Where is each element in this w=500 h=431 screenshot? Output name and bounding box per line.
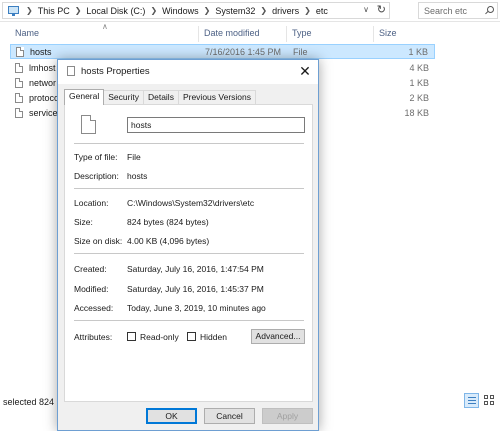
file-name: networ — [29, 78, 57, 88]
divider — [74, 143, 304, 144]
file-row-hosts[interactable]: hosts 7/16/2016 1:45 PM File 1 KB — [10, 44, 435, 59]
column-header-name[interactable]: Name — [15, 28, 39, 38]
column-divider[interactable] — [198, 26, 199, 42]
file-icon — [15, 78, 23, 88]
breadcrumb-drivers[interactable]: drivers — [272, 6, 299, 16]
divider — [74, 253, 304, 254]
breadcrumb-local-disk[interactable]: Local Disk (C:) — [86, 6, 145, 16]
file-size: 2 KB — [409, 93, 429, 103]
breadcrumb: ❯ This PC ❯ Local Disk (C:) ❯ Windows ❯ … — [21, 3, 328, 18]
search-input[interactable] — [424, 5, 484, 16]
tab-previous-versions[interactable]: Previous Versions — [177, 90, 256, 105]
size-label: Size: — [74, 217, 93, 227]
file-name: hosts — [30, 47, 52, 57]
file-name: protoco — [29, 93, 60, 103]
file-icon — [15, 93, 23, 103]
hidden-label[interactable]: Hidden — [200, 332, 227, 342]
advanced-button[interactable]: Advanced... — [251, 329, 305, 344]
description-value: hosts — [127, 171, 148, 181]
file-name: lmhost — [29, 63, 56, 73]
address-bar: ❯ This PC ❯ Local Disk (C:) ❯ Windows ❯ … — [0, 0, 500, 22]
created-value: Saturday, July 16, 2016, 1:47:54 PM — [127, 264, 264, 274]
chevron-right-icon[interactable]: ❯ — [260, 6, 267, 15]
dialog-title: hosts Properties — [81, 66, 150, 77]
close-icon[interactable]: ✕ — [298, 63, 312, 79]
location-value: C:\Windows\System32\drivers\etc — [127, 198, 255, 208]
column-headers: Name Date modified Type Size — [0, 26, 500, 42]
divider — [74, 320, 304, 321]
read-only-label[interactable]: Read-only — [140, 332, 179, 342]
divider — [74, 188, 304, 189]
column-divider[interactable] — [286, 26, 287, 42]
chevron-right-icon[interactable]: ❯ — [75, 6, 82, 15]
chevron-right-icon[interactable]: ❯ — [204, 6, 211, 15]
chevron-right-icon[interactable]: ❯ — [26, 6, 33, 15]
file-date: 7/16/2016 1:45 PM — [205, 47, 282, 57]
size-value: 824 bytes (824 bytes) — [127, 217, 209, 227]
address-box[interactable]: ❯ This PC ❯ Local Disk (C:) ❯ Windows ❯ … — [2, 2, 390, 19]
file-size: 4 KB — [409, 63, 429, 73]
tab-security[interactable]: Security — [103, 90, 144, 105]
apply-button[interactable]: Apply — [262, 408, 313, 424]
attributes-label: Attributes: — [74, 332, 113, 342]
dialog-title-bar[interactable]: hosts Properties ✕ — [58, 60, 318, 84]
column-header-size[interactable]: Size — [379, 28, 397, 38]
properties-dialog: hosts Properties ✕ General Security Deta… — [57, 59, 319, 431]
dialog-tabs: General Security Details Previous Versio… — [64, 89, 256, 105]
modified-label: Modified: — [74, 284, 109, 294]
column-header-date[interactable]: Date modified — [204, 28, 260, 38]
file-size: 18 KB — [404, 108, 429, 118]
accessed-label: Accessed: — [74, 303, 114, 313]
tab-general[interactable]: General — [64, 89, 105, 105]
status-text: selected 824 b — [3, 397, 62, 407]
this-pc-icon — [7, 5, 21, 17]
file-icon — [67, 66, 75, 76]
column-header-type[interactable]: Type — [292, 28, 312, 38]
location-label: Location: — [74, 198, 109, 208]
ok-button[interactable]: OK — [146, 408, 197, 424]
file-icon — [81, 115, 96, 134]
cancel-button[interactable]: Cancel — [204, 408, 255, 424]
large-icons-view-icon[interactable] — [482, 393, 497, 408]
file-icon — [16, 47, 24, 57]
read-only-checkbox[interactable] — [127, 332, 136, 341]
size-on-disk-label: Size on disk: — [74, 236, 123, 246]
chevron-right-icon[interactable]: ❯ — [304, 6, 311, 15]
breadcrumb-system32[interactable]: System32 — [215, 6, 255, 16]
size-on-disk-value: 4.00 KB (4,096 bytes) — [127, 236, 210, 246]
file-name: service — [29, 108, 58, 118]
search-icon[interactable] — [485, 6, 494, 15]
breadcrumb-windows[interactable]: Windows — [162, 6, 199, 16]
search-box[interactable] — [418, 2, 498, 19]
column-divider[interactable] — [373, 26, 374, 42]
details-view-icon[interactable] — [464, 393, 479, 408]
general-tab-panel: Type of file: File Description: hosts Lo… — [64, 104, 313, 402]
created-label: Created: — [74, 264, 107, 274]
file-type: File — [293, 47, 308, 57]
hidden-checkbox[interactable] — [187, 332, 196, 341]
modified-value: Saturday, July 16, 2016, 1:45:37 PM — [127, 284, 264, 294]
type-value: File — [127, 152, 141, 162]
file-size: 1 KB — [409, 78, 429, 88]
breadcrumb-etc[interactable]: etc — [316, 6, 328, 16]
chevron-down-icon[interactable]: ∨ — [363, 5, 369, 14]
accessed-value: Today, June 3, 2019, 10 minutes ago — [127, 303, 266, 313]
breadcrumb-this-pc[interactable]: This PC — [38, 6, 70, 16]
refresh-icon[interactable]: ↻ — [377, 3, 386, 16]
type-label: Type of file: — [74, 152, 118, 162]
file-icon — [15, 63, 23, 73]
file-size: 1 KB — [408, 47, 428, 57]
tab-details[interactable]: Details — [142, 90, 179, 105]
file-icon — [15, 108, 23, 118]
description-label: Description: — [74, 171, 119, 181]
chevron-right-icon[interactable]: ❯ — [150, 6, 157, 15]
file-name-field[interactable] — [127, 117, 305, 133]
